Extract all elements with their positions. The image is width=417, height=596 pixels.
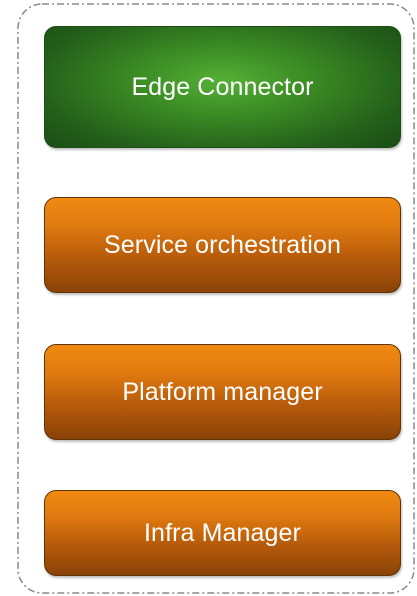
infra-manager-label: Infra Manager: [144, 518, 301, 547]
infra-manager-block: Infra Manager: [44, 490, 401, 576]
platform-manager-block: Platform manager: [44, 344, 401, 440]
edge-connector-block: Edge Connector: [44, 26, 401, 148]
platform-manager-label: Platform manager: [122, 377, 323, 406]
edge-connector-label: Edge Connector: [131, 72, 314, 101]
service-orchestration-block: Service orchestration: [44, 197, 401, 293]
service-orchestration-label: Service orchestration: [104, 230, 341, 259]
